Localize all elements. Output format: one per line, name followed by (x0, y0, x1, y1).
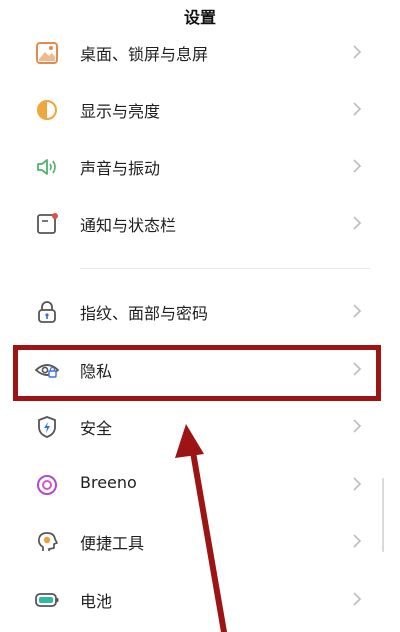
settings-item-biometrics[interactable]: 指纹、面部与密码 (0, 286, 400, 336)
settings-item-label: 显示与亮度 (80, 102, 161, 121)
chevron-right-icon (353, 477, 362, 491)
settings-item-privacy[interactable]: 隐私 (0, 344, 400, 394)
shield-icon (38, 416, 56, 438)
chevron-right-icon (353, 159, 362, 173)
notification-icon (37, 213, 58, 234)
brightness-icon (37, 100, 57, 120)
chevron-right-icon (353, 102, 362, 116)
section-divider (80, 268, 370, 269)
chevron-right-icon (353, 362, 362, 376)
settings-item-display[interactable]: 显示与亮度 (0, 84, 400, 134)
settings-item-label: 桌面、锁屏与息屏 (80, 45, 209, 64)
chevron-right-icon (353, 304, 362, 318)
settings-item-breeno[interactable]: Breeno (0, 459, 400, 509)
breeno-icon (37, 475, 57, 495)
settings-item-label: Breeno (80, 473, 137, 492)
settings-item-label: 通知与状态栏 (80, 216, 177, 235)
chevron-right-icon (353, 419, 362, 433)
settings-item-wallpaper[interactable]: 桌面、锁屏与息屏 (0, 27, 400, 77)
settings-item-security[interactable]: 安全 (0, 401, 400, 451)
chevron-right-icon (353, 592, 362, 606)
speaker-icon (37, 159, 56, 175)
privacy-eye-icon (34, 364, 60, 378)
settings-item-label: 隐私 (80, 362, 113, 381)
settings-item-label: 安全 (80, 419, 113, 438)
page-title: 设置 (183, 8, 216, 27)
scrollbar[interactable] (382, 478, 384, 552)
settings-item-tools[interactable]: 便捷工具 (0, 516, 400, 566)
settings-item-label: 声音与振动 (80, 159, 161, 178)
lock-icon (38, 301, 56, 323)
chevron-right-icon (353, 45, 362, 59)
battery-icon (35, 593, 59, 607)
settings-item-battery[interactable]: 电池 (0, 574, 400, 624)
chevron-right-icon (353, 534, 362, 548)
chevron-right-icon (353, 216, 362, 230)
settings-item-sound[interactable]: 声音与振动 (0, 141, 400, 191)
tools-icon (37, 532, 58, 551)
settings-item-notifications[interactable]: 通知与状态栏 (0, 198, 400, 248)
settings-item-label: 指纹、面部与密码 (80, 304, 209, 323)
wallpaper-icon (36, 42, 58, 64)
settings-item-label: 便捷工具 (80, 534, 145, 553)
settings-item-label: 电池 (80, 592, 113, 611)
